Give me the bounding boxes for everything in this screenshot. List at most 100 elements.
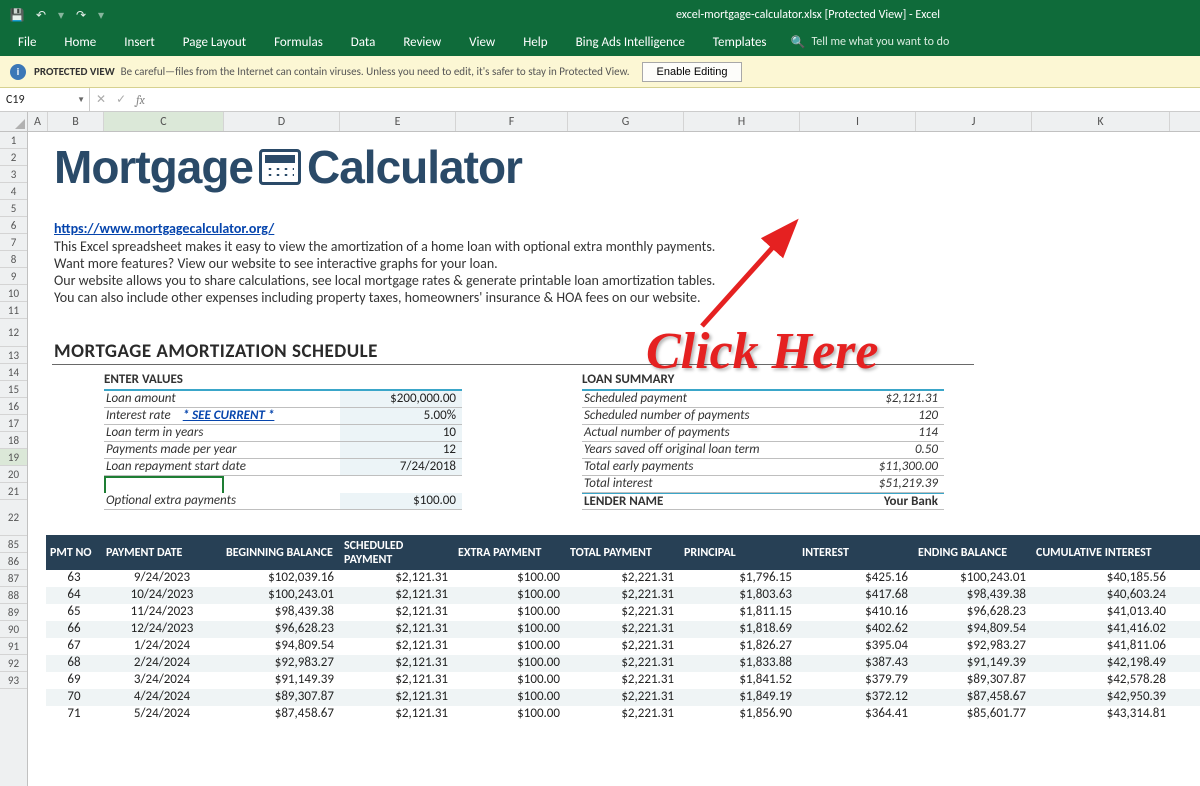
save-icon[interactable]: 💾 [8,6,26,24]
redo-icon[interactable]: ↷ [72,6,90,24]
cell-sched[interactable]: $2,121.31 [340,604,454,621]
cell-cum[interactable]: $41,013.40 [1032,604,1172,621]
tell-me-search[interactable]: 🔍 Tell me what you want to do [781,35,960,50]
cell-beg[interactable]: $100,243.01 [222,587,340,604]
cell-beg[interactable]: $91,149.39 [222,672,340,689]
row-header[interactable]: 6 [0,217,27,234]
table-row[interactable]: 715/24/2024$87,458.67$2,121.31$100.00$2,… [46,706,1200,723]
col-header-C[interactable]: C [104,112,224,131]
interest-rate-value[interactable]: 5.00% [340,408,462,425]
cell-end[interactable]: $85,601.77 [914,706,1032,723]
cell-date[interactable]: 9/24/2023 [102,570,222,587]
row-header[interactable]: 3 [0,166,27,183]
row-header[interactable]: 16 [0,398,27,415]
tab-file[interactable]: File [4,31,50,54]
cell-beg[interactable]: $92,983.27 [222,655,340,672]
cell-end[interactable]: $87,458.67 [914,689,1032,706]
col-header-B[interactable]: B [48,112,104,131]
cell-end[interactable]: $100,243.01 [914,570,1032,587]
table-row[interactable]: 639/24/2023$102,039.16$2,121.31$100.00$2… [46,570,1200,587]
selected-cell-c19[interactable] [104,476,224,493]
col-header-I[interactable]: I [800,112,916,131]
sheet-content[interactable]: Mortgage Calculator https://www.mortgage… [28,132,1200,786]
cell-sched[interactable]: $2,121.31 [340,706,454,723]
cell-date[interactable]: 11/24/2023 [102,604,222,621]
lender-name-value[interactable]: Your Bank [834,494,944,510]
cell-end[interactable]: $94,809.54 [914,621,1032,638]
cell-date[interactable]: 2/24/2024 [102,655,222,672]
payments-per-year-value[interactable]: 12 [340,442,462,459]
table-row[interactable]: 6410/24/2023$100,243.01$2,121.31$100.00$… [46,587,1200,604]
cell-int[interactable]: $364.41 [798,706,914,723]
enter-icon[interactable]: ✓ [116,92,126,107]
select-all-corner[interactable] [0,112,28,131]
cell-no[interactable]: 66 [46,621,102,638]
loan-term-value[interactable]: 10 [340,425,462,442]
cell-sched[interactable]: $2,121.31 [340,672,454,689]
cell-no[interactable]: 64 [46,587,102,604]
cell-int[interactable]: $402.62 [798,621,914,638]
tab-review[interactable]: Review [389,31,455,54]
row-header[interactable]: 17 [0,415,27,432]
cell-extra[interactable]: $100.00 [454,570,566,587]
col-header-A[interactable]: A [28,112,48,131]
cell-sched[interactable]: $2,121.31 [340,587,454,604]
cell-extra[interactable]: $100.00 [454,638,566,655]
table-row[interactable]: 6612/24/2023$96,628.23$2,121.31$100.00$2… [46,621,1200,638]
cell-sched[interactable]: $2,121.31 [340,655,454,672]
table-row[interactable]: 693/24/2024$91,149.39$2,121.31$100.00$2,… [46,672,1200,689]
name-box-dropdown-icon[interactable]: ▼ [77,95,85,105]
cell-extra[interactable]: $100.00 [454,621,566,638]
cell-date[interactable]: 5/24/2024 [102,706,222,723]
tab-formulas[interactable]: Formulas [260,31,337,54]
row-header[interactable]: 18 [0,432,27,449]
fx-icon[interactable]: fx [136,93,145,107]
cell-extra[interactable]: $100.00 [454,706,566,723]
cell-end[interactable]: $98,439.38 [914,587,1032,604]
cell-prin[interactable]: $1,833.88 [680,655,798,672]
row-header[interactable]: 12 [0,319,27,347]
cell-tot[interactable]: $2,221.31 [566,655,680,672]
row-header[interactable]: 91 [0,638,27,655]
table-row[interactable]: 682/24/2024$92,983.27$2,121.31$100.00$2,… [46,655,1200,672]
cell-extra[interactable]: $100.00 [454,655,566,672]
row-header[interactable]: 15 [0,381,27,398]
row-header[interactable]: 11 [0,302,27,319]
cell-date[interactable]: 4/24/2024 [102,689,222,706]
cell-tot[interactable]: $2,221.31 [566,604,680,621]
row-header[interactable]: 86 [0,553,27,570]
cell-cum[interactable]: $42,578.28 [1032,672,1172,689]
start-date-value[interactable]: 7/24/2018 [340,459,462,476]
row-header[interactable]: 7 [0,234,27,251]
cell-extra[interactable]: $100.00 [454,587,566,604]
cell-end[interactable]: $91,149.39 [914,655,1032,672]
table-row[interactable]: 671/24/2024$94,809.54$2,121.31$100.00$2,… [46,638,1200,655]
cell-tot[interactable]: $2,221.31 [566,587,680,604]
cell-prin[interactable]: $1,826.27 [680,638,798,655]
cell-prin[interactable]: $1,856.90 [680,706,798,723]
row-header[interactable]: 13 [0,347,27,364]
cell-sched[interactable]: $2,121.31 [340,621,454,638]
table-row[interactable]: 704/24/2024$89,307.87$2,121.31$100.00$2,… [46,689,1200,706]
optional-extra-value[interactable]: $100.00 [340,493,462,510]
row-header[interactable]: 21 [0,483,27,500]
loan-amount-value[interactable]: $200,000.00 [340,391,462,408]
cell-prin[interactable]: $1,841.52 [680,672,798,689]
cell-no[interactable]: 65 [46,604,102,621]
row-header[interactable]: 22 [0,500,27,536]
row-header[interactable]: 87 [0,570,27,587]
cell-int[interactable]: $410.16 [798,604,914,621]
see-current-link[interactable]: * SEE CURRENT * [183,408,275,423]
cell-int[interactable]: $417.68 [798,587,914,604]
cell-extra[interactable]: $100.00 [454,672,566,689]
cell-int[interactable]: $425.16 [798,570,914,587]
tab-insert[interactable]: Insert [110,31,169,54]
row-header[interactable]: 88 [0,587,27,604]
cell-date[interactable]: 12/24/2023 [102,621,222,638]
undo-icon[interactable]: ↶ [32,6,50,24]
row-header[interactable]: 20 [0,466,27,483]
cell-sched[interactable]: $2,121.31 [340,689,454,706]
row-header[interactable]: 4 [0,183,27,200]
cell-prin[interactable]: $1,811.15 [680,604,798,621]
col-header-J[interactable]: J [916,112,1032,131]
